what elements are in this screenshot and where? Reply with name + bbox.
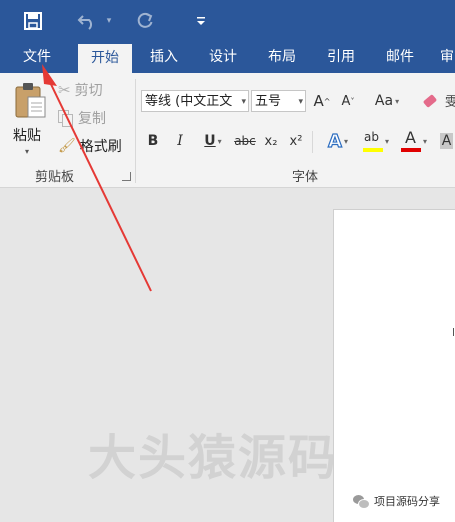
eraser-icon xyxy=(422,94,438,108)
copy-label: 复制 xyxy=(78,111,106,127)
format-painter-icon: 🖌 xyxy=(58,138,76,154)
font-name-value: 等线 (中文正文 xyxy=(145,94,233,109)
font-group-label: 字体 xyxy=(292,170,319,185)
tab-references[interactable]: 引用 xyxy=(317,42,365,73)
highlight-color-button[interactable]: ab ▾ xyxy=(358,129,394,153)
ribbon-home-panel: 粘贴 ▾ ✂ 剪切 复制 🖌 格式刷 剪贴板 等线 (中文正文 ▾ 五号 ▾ A… xyxy=(0,73,455,188)
cut-button[interactable]: ✂ 剪切 xyxy=(58,80,103,100)
font-color-button[interactable]: A ▾ xyxy=(396,128,432,153)
underline-button[interactable]: U ▾ xyxy=(196,129,230,153)
grow-font-button[interactable]: A ^ xyxy=(312,89,332,113)
tab-file[interactable]: 文件 xyxy=(14,42,60,73)
subscript-button[interactable]: x₂ xyxy=(261,129,281,153)
italic-button[interactable]: I xyxy=(170,129,190,153)
highlight-icon: ab xyxy=(362,130,383,152)
group-divider xyxy=(135,79,136,183)
bold-button[interactable]: B xyxy=(143,129,163,153)
cut-label: 剪切 xyxy=(74,83,103,99)
highlight-label: ab xyxy=(363,130,379,144)
paste-icon xyxy=(15,83,46,118)
ribbon-tab-bar: 文件 开始 插入 设计 布局 引用 邮件 审 xyxy=(0,42,455,73)
highlight-color-bar xyxy=(362,148,383,152)
tab-design[interactable]: 设计 xyxy=(199,42,247,73)
shrink-font-icon: A xyxy=(341,93,351,109)
wechat-icon xyxy=(353,494,370,509)
font-size-dropdown-icon[interactable]: ▾ xyxy=(298,91,303,111)
format-painter-label: 格式刷 xyxy=(79,139,122,155)
grow-font-icon: A xyxy=(313,92,324,110)
character-shading-icon: A xyxy=(439,133,454,149)
scissors-icon: ✂ xyxy=(58,81,71,99)
change-case-button[interactable]: Aa ▾ xyxy=(369,89,405,113)
tab-mailings[interactable]: 邮件 xyxy=(376,42,424,73)
text-effects-button[interactable]: A ▾ xyxy=(320,129,356,153)
clipboard-group-label: 剪贴板 xyxy=(35,170,75,185)
clipboard-dialog-launcher-icon[interactable] xyxy=(122,172,131,181)
text-effects-icon: A xyxy=(327,130,342,152)
font-name-dropdown-icon[interactable]: ▾ xyxy=(241,91,246,111)
copy-button[interactable]: 复制 xyxy=(58,108,106,128)
font-color-label: A xyxy=(404,128,416,147)
watermark-text: 大头猿源码 xyxy=(88,430,339,486)
font-size-value: 五号 xyxy=(255,94,282,109)
font-color-icon: A xyxy=(400,128,421,152)
shrink-font-button[interactable]: A ˅ xyxy=(338,89,358,113)
format-painter-button[interactable]: 🖌 格式刷 xyxy=(58,136,122,156)
wechat-badge: 项目源码分享 xyxy=(353,493,440,509)
tab-review[interactable]: 审 xyxy=(440,42,455,73)
tab-insert[interactable]: 插入 xyxy=(140,42,188,73)
undo-icon[interactable] xyxy=(74,9,102,33)
paste-label: 粘贴 xyxy=(13,128,41,144)
text-cursor xyxy=(453,328,454,336)
redo-icon[interactable] xyxy=(134,9,156,33)
customize-toolbar-icon[interactable] xyxy=(193,9,209,33)
character-shading-button[interactable]: A xyxy=(438,129,455,153)
font-name-combobox[interactable]: 等线 (中文正文 ▾ xyxy=(141,90,249,112)
font-color-bar xyxy=(400,148,421,152)
underline-label: U xyxy=(204,133,216,149)
paste-button[interactable]: 粘贴 ▾ xyxy=(6,79,52,159)
document-page[interactable] xyxy=(333,209,455,522)
tab-layout[interactable]: 布局 xyxy=(258,42,306,73)
copy-icon xyxy=(58,110,73,127)
change-case-label: Aa xyxy=(374,93,394,109)
strikethrough-button[interactable]: abc xyxy=(232,129,258,153)
font-size-combobox[interactable]: 五号 ▾ xyxy=(251,90,306,112)
save-icon[interactable] xyxy=(20,9,46,33)
superscript-button[interactable]: x² xyxy=(286,129,306,153)
tab-home[interactable]: 开始 xyxy=(78,44,132,73)
quick-access-toolbar: ▾ xyxy=(0,0,455,42)
paste-dropdown-icon[interactable]: ▾ xyxy=(25,147,29,156)
ribbon-right-edge-glyph: 雯 xyxy=(445,95,455,110)
clear-formatting-button[interactable] xyxy=(420,89,440,113)
wechat-label: 项目源码分享 xyxy=(374,495,440,508)
font-divider xyxy=(312,131,313,153)
undo-dropdown-icon[interactable]: ▾ xyxy=(103,9,115,33)
